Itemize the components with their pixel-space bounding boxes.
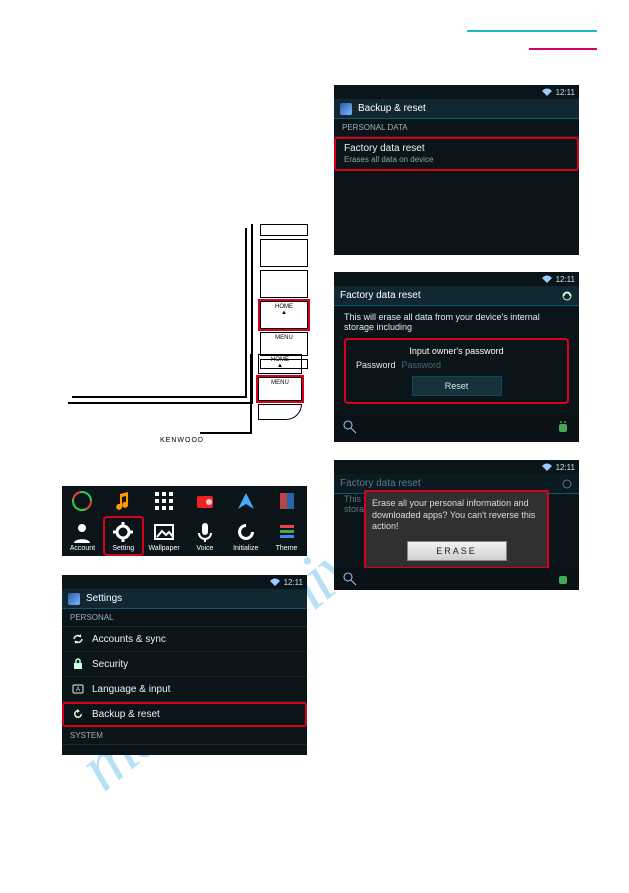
status-bar: 12:11 <box>334 460 579 474</box>
title-bar: Factory data reset <box>334 286 579 306</box>
sync-icon <box>72 633 84 645</box>
password-header: Input owner's password <box>356 346 557 356</box>
header-line-teal <box>467 30 597 32</box>
nav-icon[interactable] <box>225 486 266 516</box>
header-line-red <box>529 48 597 50</box>
search-icon[interactable] <box>342 419 358 435</box>
factory-reset-password-screen: 12:11 Factory data reset This will erase… <box>334 272 579 442</box>
app-theme[interactable]: Theme <box>266 516 307 556</box>
settings-screen: 12:11 Settings PERSONAL Accounts & sync … <box>62 575 307 755</box>
brand-logo: KENWOOD <box>160 437 204 444</box>
dialog-message: Erase all your personal information and … <box>372 498 541 533</box>
erase-confirm-dialog: Erase all your personal information and … <box>364 490 549 569</box>
screen-title: Factory data reset <box>340 290 421 301</box>
reset-button[interactable]: Reset <box>412 376 502 396</box>
footer <box>334 568 579 590</box>
section-system: SYSTEM <box>62 727 307 745</box>
media-icon[interactable] <box>62 486 103 516</box>
settings-icon <box>68 593 80 605</box>
footer <box>334 416 579 438</box>
section-personal-data: PERSONAL DATA <box>334 119 579 137</box>
device-illustration-menu: HOME▲ MENU KENWOOD <box>200 354 306 444</box>
status-time: 12:11 <box>284 578 303 587</box>
title-bar: Settings <box>62 589 307 609</box>
android-icon[interactable] <box>555 419 571 435</box>
factory-reset-confirm-screen: 12:11 Factory data reset This will erase… <box>334 460 579 590</box>
row-security[interactable]: Security <box>62 652 307 677</box>
status-bar: 12:11 <box>334 85 579 99</box>
lock-icon <box>72 658 84 670</box>
music-icon[interactable] <box>103 486 144 516</box>
refresh-icon[interactable] <box>561 290 573 302</box>
search-icon[interactable] <box>342 571 358 587</box>
row-language-input[interactable]: A Language & input <box>62 677 307 702</box>
home-shortcut-bar: Account Setting Wallpaper Voice Initiali… <box>62 486 307 556</box>
row-factory-data-reset[interactable]: Factory data reset Erases all data on de… <box>334 137 579 171</box>
section-personal: PERSONAL <box>62 609 307 627</box>
status-time: 12:11 <box>556 463 575 472</box>
erase-button[interactable]: ERASE <box>407 541 507 561</box>
backup-icon <box>72 708 84 720</box>
backup-reset-screen: 12:11 Backup & reset PERSONAL DATA Facto… <box>334 85 579 255</box>
wifi-icon <box>542 463 552 471</box>
home-button[interactable]: HOME▲ <box>260 301 308 329</box>
app-account[interactable]: Account <box>62 516 103 556</box>
settings-icon <box>340 103 352 115</box>
password-box: Input owner's password Password Password… <box>344 338 569 404</box>
screen-title: Settings <box>86 593 122 604</box>
menu-button[interactable]: MENU <box>260 332 308 356</box>
row-backup-reset[interactable]: Backup & reset <box>62 702 307 727</box>
svg-text:A: A <box>76 687 80 693</box>
password-label: Password <box>356 360 396 370</box>
app-setting[interactable]: Setting <box>103 516 144 556</box>
refresh-icon[interactable] <box>561 478 573 490</box>
status-time: 12:11 <box>556 275 575 284</box>
wifi-icon <box>270 578 280 586</box>
status-bar: 12:11 <box>334 272 579 286</box>
app-voice[interactable]: Voice <box>184 516 225 556</box>
status-bar: 12:11 <box>62 575 307 589</box>
wifi-icon <box>542 88 552 96</box>
book-icon[interactable] <box>266 486 307 516</box>
app-initialize[interactable]: Initialize <box>225 516 266 556</box>
app-wallpaper[interactable]: Wallpaper <box>144 516 185 556</box>
title-bar: Backup & reset <box>334 99 579 119</box>
screen-title: Backup & reset <box>358 103 426 114</box>
reset-warning-text: This will erase all data from your devic… <box>344 312 569 332</box>
radio-icon[interactable] <box>184 486 225 516</box>
android-icon[interactable] <box>555 571 571 587</box>
status-time: 12:11 <box>556 88 575 97</box>
row-accounts-sync[interactable]: Accounts & sync <box>62 627 307 652</box>
wifi-icon <box>542 275 552 283</box>
apps-grid-icon[interactable] <box>144 486 185 516</box>
password-input[interactable]: Password <box>402 360 442 370</box>
language-icon: A <box>72 683 84 695</box>
screen-title: Factory data reset <box>340 478 421 489</box>
menu-button[interactable]: MENU <box>258 377 302 401</box>
home-button[interactable]: HOME▲ <box>258 354 302 374</box>
